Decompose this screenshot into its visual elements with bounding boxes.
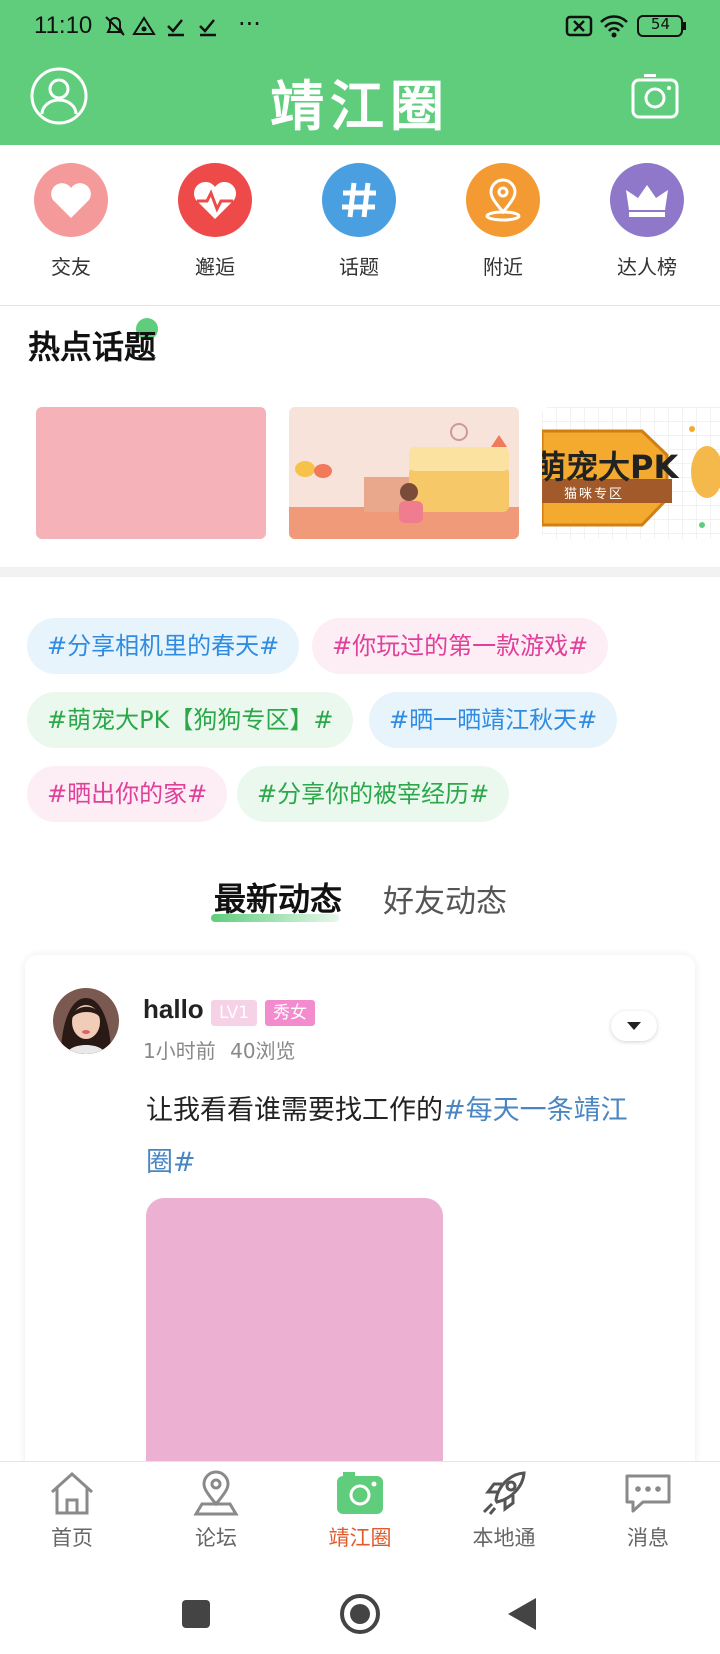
- pet-pk-banner-title: 萌宠大PK: [542, 448, 679, 486]
- nav-label: 论坛: [195, 1526, 237, 1550]
- quick-action-topics[interactable]: 话题: [304, 163, 414, 280]
- post-text: 让我看看谁需要找工作的: [146, 1095, 443, 1126]
- post-image[interactable]: [146, 1198, 443, 1475]
- heartbeat-icon: [178, 163, 252, 237]
- back-button[interactable]: [508, 1598, 536, 1630]
- wifi-icon: [600, 15, 628, 38]
- camera-icon: [337, 1472, 383, 1514]
- post-meta: 1小时前 40浏览: [143, 1035, 296, 1064]
- title-badge: 秀女: [265, 1000, 315, 1026]
- feed-tabs: 最新动态 好友动态: [0, 870, 720, 922]
- nav-forum[interactable]: 论坛: [156, 1470, 276, 1552]
- nav-label: 首页: [51, 1526, 93, 1550]
- quick-action-encounter[interactable]: 邂逅: [160, 163, 270, 280]
- nav-home[interactable]: 首页: [12, 1470, 132, 1552]
- quick-action-label: 邂逅: [195, 255, 235, 279]
- topic-banner-1[interactable]: [36, 407, 266, 539]
- location-icon: [193, 1470, 239, 1516]
- battery-level: 54: [650, 15, 670, 33]
- post-views: 40浏览: [230, 1039, 296, 1063]
- tab-latest[interactable]: 最新动态: [214, 874, 342, 920]
- quick-action-label: 附近: [483, 255, 523, 279]
- topic-tag[interactable]: #萌宠大PK【狗狗专区】#: [27, 692, 354, 748]
- level-badge: LV1: [211, 1000, 258, 1026]
- nav-label: 本地通: [472, 1526, 536, 1550]
- post-time: 1小时前: [143, 1039, 216, 1063]
- user-avatar-image: [53, 988, 119, 1054]
- status-icons-right: 54: [565, 12, 690, 44]
- rocket-icon: [482, 1471, 526, 1515]
- pet-pk-banner-subtitle: 猫咪专区: [564, 487, 625, 502]
- topic-tag[interactable]: #你玩过的第一款游戏#: [312, 618, 609, 674]
- topic-banner-2[interactable]: [289, 407, 519, 539]
- topic-tag[interactable]: #分享相机里的春天#: [27, 618, 300, 674]
- post-menu-button[interactable]: [611, 1011, 657, 1041]
- home-button[interactable]: [340, 1594, 380, 1634]
- crown-icon: [610, 163, 684, 237]
- nav-messages[interactable]: 消息: [588, 1470, 708, 1552]
- camera-icon: [631, 74, 679, 119]
- section-divider: [0, 567, 720, 577]
- system-navigation-bar: [0, 1561, 720, 1650]
- nav-label: 靖江圈: [328, 1526, 392, 1550]
- cozy-room-illustration: [289, 407, 519, 539]
- home-icon: [50, 1471, 94, 1515]
- quick-action-label: 达人榜: [617, 255, 677, 279]
- status-time: 11:10: [34, 12, 93, 39]
- topic-banner-3[interactable]: 萌宠大PK 猫咪专区: [542, 407, 720, 539]
- avatar[interactable]: [53, 988, 119, 1054]
- post-content: 让我看看谁需要找工作的#每天一条靖江圈#: [146, 1085, 646, 1189]
- nav-label: 消息: [627, 1526, 669, 1550]
- hashtag-icon: [322, 163, 396, 237]
- quick-action-leaderboard[interactable]: 达人榜: [592, 163, 702, 280]
- nav-jingjiang-circle[interactable]: 靖江圈: [300, 1470, 420, 1552]
- quick-action-label: 话题: [339, 255, 379, 279]
- heart-icon: [34, 163, 108, 237]
- camera-button[interactable]: [630, 72, 680, 124]
- post-username[interactable]: hallo: [143, 994, 204, 1025]
- chat-icon: [625, 1474, 671, 1513]
- location-pin-icon: [466, 163, 540, 237]
- topic-tag[interactable]: #分享你的被宰经历#: [237, 766, 510, 822]
- page-title: 靖江圈: [270, 75, 450, 138]
- no-sim-icon: [565, 15, 593, 37]
- tab-friends[interactable]: 好友动态: [383, 876, 507, 921]
- chevron-down-icon: [627, 1022, 641, 1030]
- topic-tag[interactable]: #晒一晒靖江秋天#: [369, 692, 618, 748]
- quick-actions: 交友 邂逅 话题 附近 达人榜: [0, 145, 720, 306]
- topic-tag[interactable]: #晒出你的家#: [27, 766, 228, 822]
- post-card: hallo LV1 秀女 1小时前 40浏览 让我看看谁需要找工作的#每天一条靖…: [25, 955, 695, 1475]
- recents-button[interactable]: [182, 1600, 210, 1628]
- bottom-nav: 首页 论坛 靖江圈 本地通 消息: [0, 1461, 720, 1562]
- status-bar: 11:10 ··· 54: [0, 0, 720, 52]
- quick-action-nearby[interactable]: 附近: [448, 163, 558, 280]
- quick-action-friends[interactable]: 交友: [16, 163, 126, 280]
- quick-action-label: 交友: [51, 255, 91, 279]
- status-more: ···: [238, 10, 261, 38]
- nav-local[interactable]: 本地通: [444, 1470, 564, 1552]
- app-bar: 靖江圈: [0, 52, 720, 145]
- hot-topics-title: 热点话题: [28, 328, 157, 366]
